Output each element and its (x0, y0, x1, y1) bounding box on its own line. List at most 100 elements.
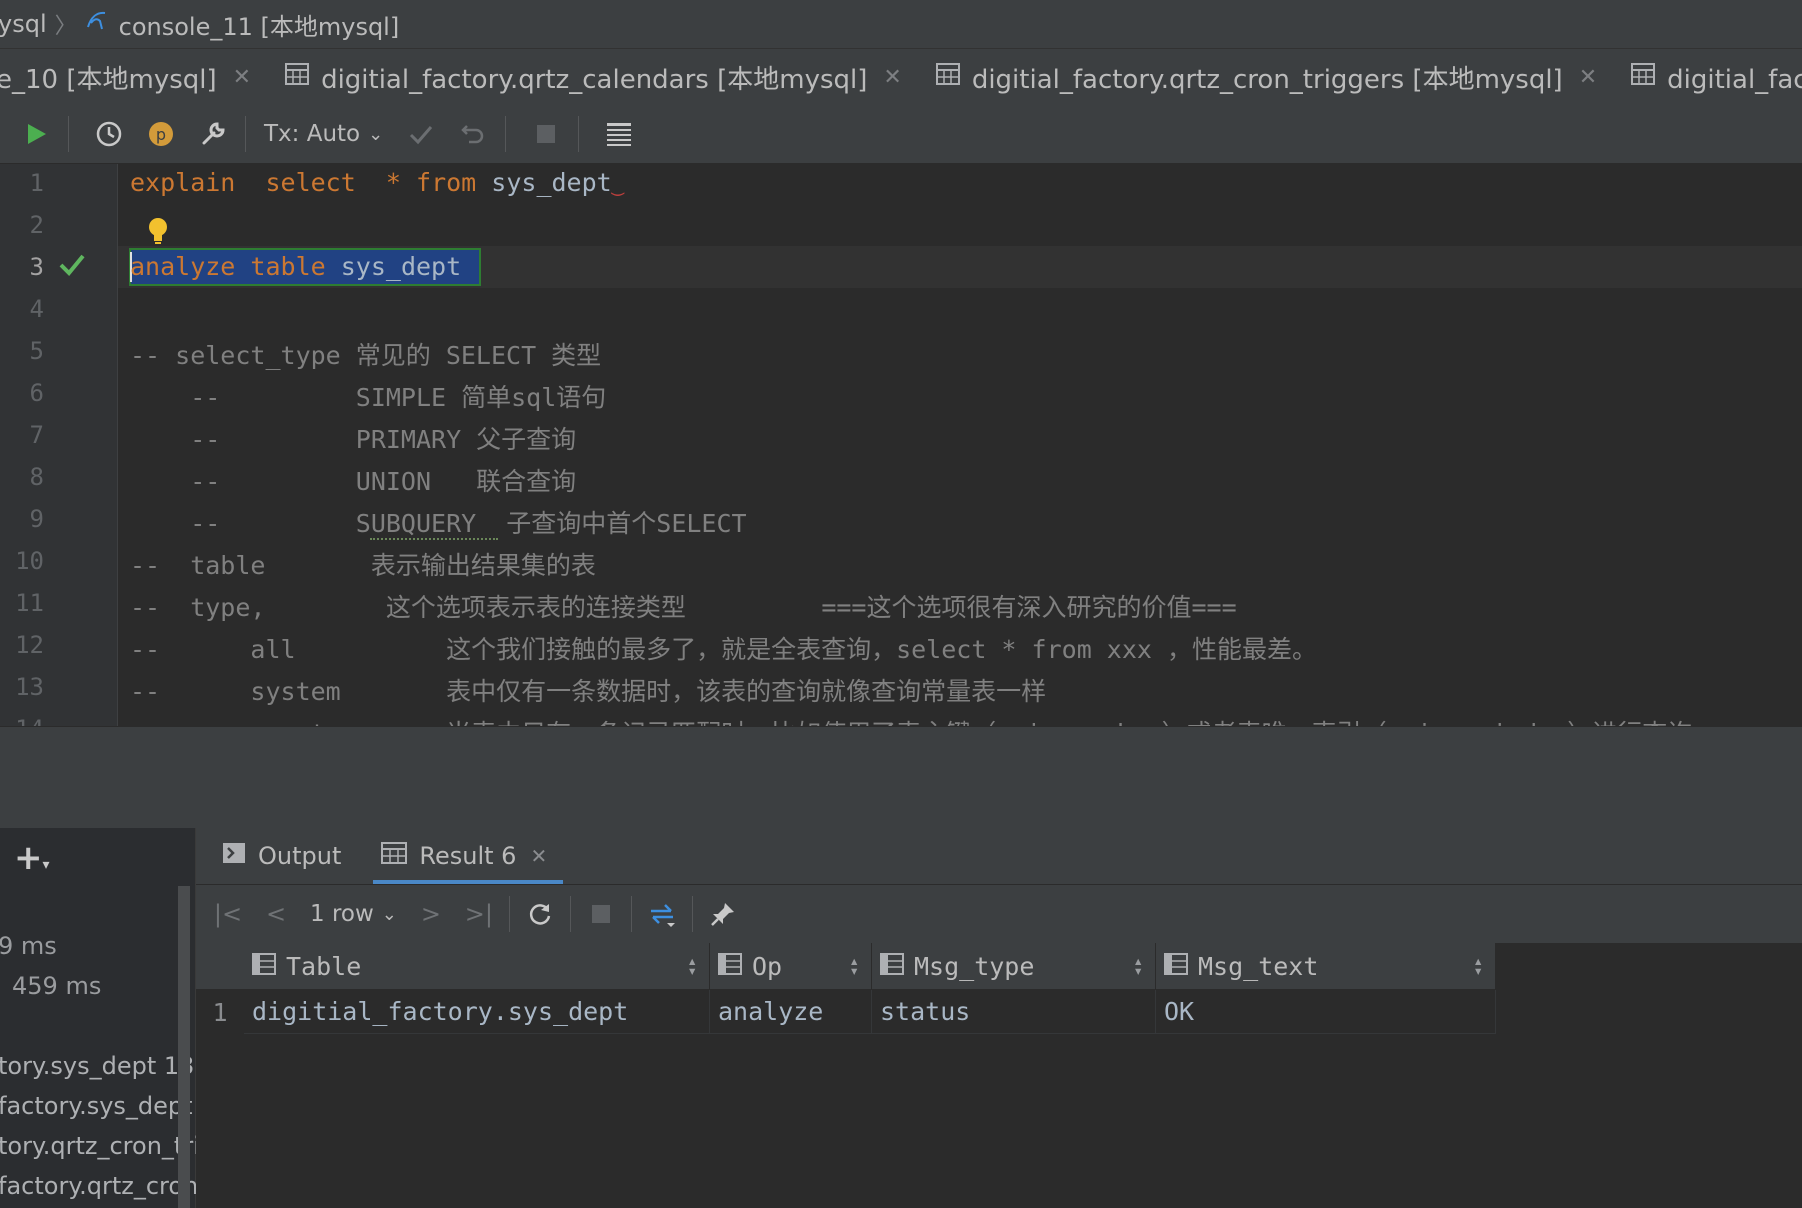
refresh-icon[interactable] (516, 890, 564, 938)
column-header-op[interactable]: Op ▴ ▾ (710, 943, 872, 989)
row-number[interactable]: 1 (196, 990, 244, 1034)
history-entry[interactable]: 459 ms (12, 972, 101, 1000)
tab-label: e_10 [本地mysql] (0, 64, 217, 95)
close-icon[interactable]: ✕ (530, 844, 547, 868)
tab-label: digitial_factory.qrtz_calendars [本地mysql… (321, 64, 868, 95)
code-line-3: analyze table sys_dept (130, 252, 461, 281)
rollback-icon[interactable] (451, 112, 495, 156)
line-number: 14 (0, 715, 44, 726)
comment-line: -- const 当表中只有一条记录匹配时，比如使用了表主键（primary k… (130, 714, 1692, 726)
toolbar-divider (630, 896, 632, 932)
table-icon (935, 62, 960, 92)
result-toolbar: |< < 1 row ⌄ > >| (196, 885, 1802, 944)
table-icon (1631, 62, 1656, 92)
line-number: 12 (15, 631, 44, 659)
column-label: Msg_type (914, 951, 1035, 981)
page-size-select[interactable]: 1 row ⌄ (310, 901, 397, 927)
close-icon[interactable]: ✕ (1579, 65, 1597, 90)
comment-line: -- SIMPLE 简单sql语句 (130, 383, 607, 412)
history-entry[interactable]: 9 ms (0, 932, 57, 960)
line-number: 10 (15, 547, 44, 575)
services-tree: 9 ms 459 ms tory.sys_dept 138 factory.sy… (0, 828, 210, 1208)
table-cell[interactable]: digitial_factory.sys_dept (244, 990, 710, 1034)
sort-icon[interactable]: ▴ ▾ (1133, 953, 1143, 979)
output-table-icon[interactable] (597, 112, 641, 156)
close-icon[interactable]: ✕ (233, 65, 251, 90)
splitter-area (0, 726, 1802, 829)
tab-label: digitial_factory.qrtz_cron_triggers [本地m… (971, 64, 1563, 95)
column-label: Table (286, 951, 362, 981)
tab-label: Result 6 (419, 842, 517, 870)
sort-icon[interactable]: ▴ ▾ (1473, 953, 1483, 979)
column-header-msg-type[interactable]: Msg_type ▴ ▾ (872, 943, 1156, 989)
chevron-down-icon: ⌄ (381, 903, 397, 925)
breadcrumb-console[interactable]: console_11 [本地mysql] (119, 7, 400, 42)
stop-icon[interactable] (524, 112, 568, 156)
explain-plan-icon[interactable]: p (139, 112, 183, 156)
line-number: 8 (29, 463, 44, 491)
transaction-mode-select[interactable]: Tx: Auto ⌄ (264, 121, 383, 147)
comment-line: -- type, 这个选项表示表的连接类型 ===这个选项很有深入研究的价值==… (130, 593, 1237, 622)
keyword: select (265, 168, 356, 197)
sql-editor[interactable]: 1 2 3 4 5 6 7 8 9 10 11 12 13 14 explain… (0, 164, 1802, 726)
history-entry[interactable]: factory.sys_dept (0, 1092, 193, 1120)
previous-page-icon[interactable]: < (252, 890, 300, 938)
last-page-icon[interactable]: >| (455, 890, 503, 938)
table-icon (285, 62, 310, 92)
sort-icon[interactable]: ▴ ▾ (687, 953, 697, 979)
console-toolbar: p Tx: Auto ⌄ (0, 105, 1802, 164)
line-number: 9 (29, 505, 44, 533)
identifier: sys_dept (491, 168, 612, 197)
comment-line: -- table 表示输出结果集的表 (130, 551, 596, 580)
wrench-icon[interactable] (191, 112, 235, 156)
page-size-label: 1 row (310, 901, 374, 927)
lightbulb-icon[interactable] (146, 216, 170, 250)
column-icon (252, 952, 276, 981)
line-number: 13 (15, 673, 44, 701)
pin-icon[interactable] (699, 890, 747, 938)
console-output-icon (222, 842, 246, 870)
next-page-icon[interactable]: > (407, 890, 455, 938)
history-entry[interactable]: factory.qrtz_cron (0, 1172, 198, 1200)
commit-icon[interactable] (399, 112, 443, 156)
close-icon[interactable]: ✕ (883, 65, 901, 90)
tab-console-10[interactable]: e_10 [本地mysql] ✕ (0, 49, 271, 105)
tab-sys-dept[interactable]: digitial_factory.sys_dept [本 (1631, 49, 1802, 105)
history-entry[interactable]: tory.qrtz_cron_tri (0, 1132, 200, 1160)
breadcrumb-datasource[interactable]: ysql (0, 10, 47, 38)
column-header-table[interactable]: Table ▴ ▾ (244, 943, 710, 989)
toolbar-divider (505, 116, 507, 152)
scrollbar[interactable] (178, 886, 190, 1208)
column-label: Op (752, 951, 783, 981)
stop-icon[interactable] (577, 890, 625, 938)
compare-icon[interactable] (638, 890, 686, 938)
column-header-msg-text[interactable]: Msg_text ▴ ▾ (1156, 943, 1496, 989)
table-cell[interactable]: status (872, 990, 1156, 1034)
line-number: 1 (29, 169, 44, 197)
sort-icon[interactable]: ▴ ▾ (849, 953, 859, 979)
line-number: 11 (15, 589, 44, 617)
keyword: analyze (130, 252, 236, 281)
first-page-icon[interactable]: |< (204, 890, 252, 938)
tab-output[interactable]: Output (222, 828, 341, 884)
execute-button[interactable] (14, 112, 58, 156)
identifier: sys_dept (340, 252, 462, 281)
toolbar-divider (578, 116, 580, 152)
line-number: 5 (29, 337, 44, 365)
editor-tab-bar: e_10 [本地mysql] ✕ digitial_factory.qrtz_c… (0, 48, 1802, 106)
add-icon[interactable]: +▾ (14, 838, 50, 878)
tab-result-6[interactable]: Result 6 ✕ (373, 828, 564, 884)
history-icon[interactable] (87, 112, 131, 156)
breadcrumb: ysql 〉 console_11 [本地mysql] (0, 0, 1802, 48)
tab-qrtz-calendars[interactable]: digitial_factory.qrtz_calendars [本地mysql… (285, 49, 922, 105)
tab-qrtz-cron-triggers[interactable]: digitial_factory.qrtz_cron_triggers [本地m… (935, 49, 1617, 105)
toolbar-divider (245, 116, 246, 152)
table-cell[interactable]: analyze (710, 990, 872, 1034)
line-number: 7 (29, 421, 44, 449)
keyword: from (416, 168, 477, 197)
table-cell[interactable]: OK (1156, 990, 1496, 1034)
column-icon (880, 952, 904, 981)
toolbar-divider (691, 896, 693, 932)
line-number: 6 (29, 379, 44, 407)
table-icon (381, 842, 408, 870)
